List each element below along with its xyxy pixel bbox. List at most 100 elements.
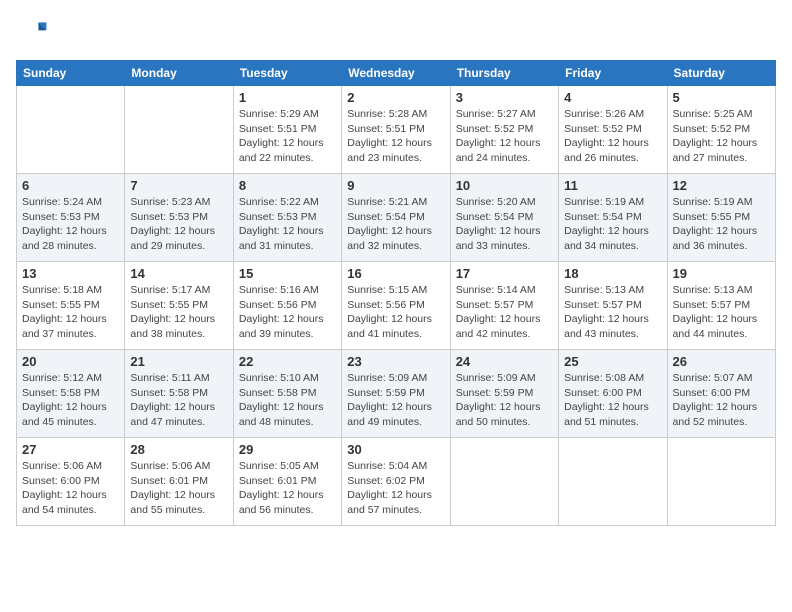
calendar-cell: 4 Sunrise: 5:26 AMSunset: 5:52 PMDaylight… bbox=[559, 86, 667, 174]
calendar-cell: 2 Sunrise: 5:28 AMSunset: 5:51 PMDaylight… bbox=[342, 86, 450, 174]
day-info: Sunrise: 5:26 AMSunset: 5:52 PMDaylight:… bbox=[564, 107, 661, 166]
calendar-cell: 27 Sunrise: 5:06 AMSunset: 6:00 PMDayligh… bbox=[17, 438, 125, 526]
calendar-cell: 18 Sunrise: 5:13 AMSunset: 5:57 PMDayligh… bbox=[559, 262, 667, 350]
logo bbox=[16, 16, 52, 48]
calendar-cell bbox=[125, 86, 233, 174]
day-info: Sunrise: 5:22 AMSunset: 5:53 PMDaylight:… bbox=[239, 195, 336, 254]
calendar-cell: 30 Sunrise: 5:04 AMSunset: 6:02 PMDayligh… bbox=[342, 438, 450, 526]
week-row: 20 Sunrise: 5:12 AMSunset: 5:58 PMDayligh… bbox=[17, 350, 776, 438]
calendar-cell: 6Sunrise: 5:24 AMSunset: 5:53 PMDaylight… bbox=[17, 174, 125, 262]
day-info: Sunrise: 5:06 AMSunset: 6:00 PMDaylight:… bbox=[22, 459, 119, 518]
calendar-cell: 28 Sunrise: 5:06 AMSunset: 6:01 PMDayligh… bbox=[125, 438, 233, 526]
day-info: Sunrise: 5:16 AMSunset: 5:56 PMDaylight:… bbox=[239, 283, 336, 342]
day-number: 19 bbox=[673, 266, 770, 281]
day-info: Sunrise: 5:19 AMSunset: 5:55 PMDaylight:… bbox=[673, 195, 770, 254]
weekday-header: Monday bbox=[125, 61, 233, 86]
day-info: Sunrise: 5:29 AMSunset: 5:51 PMDaylight:… bbox=[239, 107, 336, 166]
calendar-cell: 14 Sunrise: 5:17 AMSunset: 5:55 PMDayligh… bbox=[125, 262, 233, 350]
calendar-cell: 10 Sunrise: 5:20 AMSunset: 5:54 PMDayligh… bbox=[450, 174, 558, 262]
day-info: Sunrise: 5:11 AMSunset: 5:58 PMDaylight:… bbox=[130, 371, 227, 430]
day-info: Sunrise: 5:17 AMSunset: 5:55 PMDaylight:… bbox=[130, 283, 227, 342]
day-number: 11 bbox=[564, 178, 661, 193]
calendar-cell: 1 Sunrise: 5:29 AMSunset: 5:51 PMDaylight… bbox=[233, 86, 341, 174]
day-number: 1 bbox=[239, 90, 336, 105]
day-info: Sunrise: 5:18 AMSunset: 5:55 PMDaylight:… bbox=[22, 283, 119, 342]
day-info: Sunrise: 5:13 AMSunset: 5:57 PMDaylight:… bbox=[673, 283, 770, 342]
day-number: 26 bbox=[673, 354, 770, 369]
day-info: Sunrise: 5:24 AMSunset: 5:53 PMDaylight:… bbox=[22, 195, 119, 254]
calendar-cell: 19 Sunrise: 5:13 AMSunset: 5:57 PMDayligh… bbox=[667, 262, 775, 350]
calendar-cell: 17 Sunrise: 5:14 AMSunset: 5:57 PMDayligh… bbox=[450, 262, 558, 350]
day-info: Sunrise: 5:27 AMSunset: 5:52 PMDaylight:… bbox=[456, 107, 553, 166]
day-info: Sunrise: 5:08 AMSunset: 6:00 PMDaylight:… bbox=[564, 371, 661, 430]
day-number: 16 bbox=[347, 266, 444, 281]
day-info: Sunrise: 5:21 AMSunset: 5:54 PMDaylight:… bbox=[347, 195, 444, 254]
day-number: 21 bbox=[130, 354, 227, 369]
day-number: 8 bbox=[239, 178, 336, 193]
logo-icon bbox=[16, 16, 48, 48]
calendar-cell: 7 Sunrise: 5:23 AMSunset: 5:53 PMDaylight… bbox=[125, 174, 233, 262]
calendar-cell: 22Sunrise: 5:10 AMSunset: 5:58 PMDayligh… bbox=[233, 350, 341, 438]
day-number: 18 bbox=[564, 266, 661, 281]
day-number: 17 bbox=[456, 266, 553, 281]
day-number: 10 bbox=[456, 178, 553, 193]
calendar-cell bbox=[450, 438, 558, 526]
day-number: 4 bbox=[564, 90, 661, 105]
day-info: Sunrise: 5:19 AMSunset: 5:54 PMDaylight:… bbox=[564, 195, 661, 254]
day-number: 20 bbox=[22, 354, 119, 369]
day-number: 3 bbox=[456, 90, 553, 105]
day-info: Sunrise: 5:23 AMSunset: 5:53 PMDaylight:… bbox=[130, 195, 227, 254]
calendar-cell: 5 Sunrise: 5:25 AMSunset: 5:52 PMDaylight… bbox=[667, 86, 775, 174]
calendar-table: SundayMondayTuesdayWednesdayThursdayFrid… bbox=[16, 60, 776, 526]
day-info: Sunrise: 5:20 AMSunset: 5:54 PMDaylight:… bbox=[456, 195, 553, 254]
week-row: 13 Sunrise: 5:18 AMSunset: 5:55 PMDayligh… bbox=[17, 262, 776, 350]
day-number: 12 bbox=[673, 178, 770, 193]
calendar-cell: 3 Sunrise: 5:27 AMSunset: 5:52 PMDaylight… bbox=[450, 86, 558, 174]
week-row: 6Sunrise: 5:24 AMSunset: 5:53 PMDaylight… bbox=[17, 174, 776, 262]
calendar-cell: 8 Sunrise: 5:22 AMSunset: 5:53 PMDaylight… bbox=[233, 174, 341, 262]
weekday-header: Friday bbox=[559, 61, 667, 86]
weekday-header: Saturday bbox=[667, 61, 775, 86]
day-info: Sunrise: 5:09 AMSunset: 5:59 PMDaylight:… bbox=[456, 371, 553, 430]
day-number: 9 bbox=[347, 178, 444, 193]
calendar-cell: 16 Sunrise: 5:15 AMSunset: 5:56 PMDayligh… bbox=[342, 262, 450, 350]
day-number: 30 bbox=[347, 442, 444, 457]
calendar-cell: 23 Sunrise: 5:09 AMSunset: 5:59 PMDayligh… bbox=[342, 350, 450, 438]
calendar-cell: 9 Sunrise: 5:21 AMSunset: 5:54 PMDaylight… bbox=[342, 174, 450, 262]
day-number: 2 bbox=[347, 90, 444, 105]
weekday-header: Tuesday bbox=[233, 61, 341, 86]
calendar-cell: 24 Sunrise: 5:09 AMSunset: 5:59 PMDayligh… bbox=[450, 350, 558, 438]
weekday-header: Sunday bbox=[17, 61, 125, 86]
day-info: Sunrise: 5:12 AMSunset: 5:58 PMDaylight:… bbox=[22, 371, 119, 430]
weekday-header: Thursday bbox=[450, 61, 558, 86]
calendar-cell bbox=[559, 438, 667, 526]
day-number: 7 bbox=[130, 178, 227, 193]
day-number: 28 bbox=[130, 442, 227, 457]
day-info: Sunrise: 5:06 AMSunset: 6:01 PMDaylight:… bbox=[130, 459, 227, 518]
day-info: Sunrise: 5:09 AMSunset: 5:59 PMDaylight:… bbox=[347, 371, 444, 430]
day-info: Sunrise: 5:15 AMSunset: 5:56 PMDaylight:… bbox=[347, 283, 444, 342]
day-info: Sunrise: 5:28 AMSunset: 5:51 PMDaylight:… bbox=[347, 107, 444, 166]
calendar-cell: 15Sunrise: 5:16 AMSunset: 5:56 PMDayligh… bbox=[233, 262, 341, 350]
day-info: Sunrise: 5:04 AMSunset: 6:02 PMDaylight:… bbox=[347, 459, 444, 518]
calendar-cell: 26Sunrise: 5:07 AMSunset: 6:00 PMDayligh… bbox=[667, 350, 775, 438]
day-info: Sunrise: 5:13 AMSunset: 5:57 PMDaylight:… bbox=[564, 283, 661, 342]
calendar-cell: 13 Sunrise: 5:18 AMSunset: 5:55 PMDayligh… bbox=[17, 262, 125, 350]
day-info: Sunrise: 5:10 AMSunset: 5:58 PMDaylight:… bbox=[239, 371, 336, 430]
day-number: 5 bbox=[673, 90, 770, 105]
calendar-cell: 11 Sunrise: 5:19 AMSunset: 5:54 PMDayligh… bbox=[559, 174, 667, 262]
day-number: 23 bbox=[347, 354, 444, 369]
day-info: Sunrise: 5:25 AMSunset: 5:52 PMDaylight:… bbox=[673, 107, 770, 166]
calendar-cell: 29Sunrise: 5:05 AMSunset: 6:01 PMDayligh… bbox=[233, 438, 341, 526]
calendar-cell bbox=[667, 438, 775, 526]
day-number: 13 bbox=[22, 266, 119, 281]
calendar-cell: 25Sunrise: 5:08 AMSunset: 6:00 PMDayligh… bbox=[559, 350, 667, 438]
calendar-cell bbox=[17, 86, 125, 174]
calendar-cell: 12 Sunrise: 5:19 AMSunset: 5:55 PMDayligh… bbox=[667, 174, 775, 262]
day-info: Sunrise: 5:14 AMSunset: 5:57 PMDaylight:… bbox=[456, 283, 553, 342]
day-number: 27 bbox=[22, 442, 119, 457]
calendar-header-row: SundayMondayTuesdayWednesdayThursdayFrid… bbox=[17, 61, 776, 86]
day-number: 24 bbox=[456, 354, 553, 369]
day-number: 14 bbox=[130, 266, 227, 281]
page-header bbox=[16, 16, 776, 48]
